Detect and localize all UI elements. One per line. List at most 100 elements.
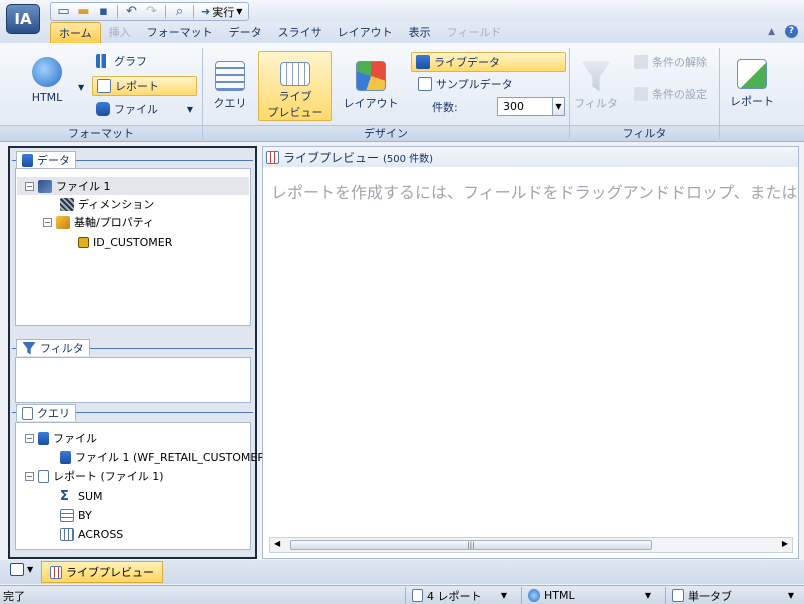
new-icon[interactable]: ▭ bbox=[54, 3, 73, 21]
html-globe-icon bbox=[32, 57, 62, 87]
run-button[interactable]: ➜ 実行 ▼ bbox=[198, 4, 245, 20]
help-icon[interactable]: ? bbox=[785, 25, 798, 38]
live-preview-panel: ライブプレビュー (500 件数) レポートを作成するには、フィールドをドラッグ… bbox=[262, 146, 799, 559]
collapse-toggle-icon[interactable]: − bbox=[43, 217, 52, 227]
tree-item-axis-property[interactable]: − 基軸/プロパティ bbox=[43, 213, 154, 231]
filter-label: フィルタ bbox=[574, 97, 618, 110]
scroll-left-icon[interactable]: ◀ bbox=[274, 539, 280, 548]
save-icon[interactable]: ▪ bbox=[94, 3, 113, 21]
collapse-toggle-icon[interactable]: − bbox=[25, 433, 34, 443]
graph-button[interactable]: グラフ bbox=[92, 51, 197, 71]
undo-icon[interactable]: ↶ bbox=[122, 3, 141, 21]
run-label: 実行 bbox=[212, 5, 235, 19]
tab-data[interactable]: データ bbox=[221, 22, 270, 43]
tree-item-id-customer[interactable]: ID_CUSTOMER bbox=[78, 233, 172, 251]
count-select[interactable]: 300 ▼ bbox=[497, 97, 565, 116]
status-text: 完了 bbox=[3, 590, 25, 603]
database-icon bbox=[60, 450, 71, 464]
tree-item-label: BY bbox=[78, 508, 92, 522]
chevron-down-icon: ▼ bbox=[236, 7, 243, 16]
file-format-button[interactable]: ファイル ▼ bbox=[92, 99, 197, 119]
tree-item-label: ファイル 1 bbox=[56, 180, 111, 193]
output-format-select[interactable]: HTML ▼ bbox=[521, 587, 657, 604]
report-group-label bbox=[720, 125, 804, 141]
across-grid-icon bbox=[60, 527, 74, 541]
graph-icon bbox=[96, 54, 110, 68]
app-menu-button[interactable]: IA bbox=[6, 4, 40, 34]
tab-view[interactable]: 表示 bbox=[401, 22, 439, 43]
tree-item-label: ACROSS bbox=[78, 527, 124, 541]
layout-button[interactable]: レイアウト bbox=[342, 61, 400, 111]
tab-layout[interactable]: レイアウト bbox=[330, 22, 401, 43]
tab-insert[interactable]: 挿入 bbox=[101, 22, 139, 43]
redo-icon[interactable]: ↷ bbox=[142, 3, 161, 21]
scroll-thumb[interactable]: ||| bbox=[290, 540, 652, 550]
chevron-down-icon[interactable]: ▼ bbox=[552, 98, 564, 115]
clear-filter-icon bbox=[634, 55, 648, 69]
filter-funnel-icon bbox=[581, 61, 611, 91]
sample-data-icon bbox=[418, 77, 432, 91]
query-label: クエリ bbox=[213, 97, 247, 110]
query-button[interactable]: クエリ bbox=[208, 61, 252, 111]
window-switch-button[interactable]: ▼ bbox=[10, 563, 33, 576]
filter-button[interactable]: フィルタ bbox=[574, 61, 618, 111]
scroll-right-icon[interactable]: ▶ bbox=[782, 539, 788, 548]
open-folder-icon[interactable]: ▬ bbox=[74, 3, 93, 21]
tab-home[interactable]: ホーム bbox=[50, 22, 101, 43]
data-title-label: データ bbox=[37, 154, 70, 167]
count-value: 300 bbox=[503, 100, 524, 113]
live-data-label: ライブデータ bbox=[434, 56, 500, 69]
window-list-icon bbox=[10, 563, 24, 576]
empty-hint-text: レポートを作成するには、フィールドをドラッグアンドドロップ、または bbox=[271, 183, 798, 202]
tree-item-file1[interactable]: − ファイル 1 bbox=[17, 177, 249, 195]
live-preview-button[interactable]: ライブ プレビュー bbox=[258, 51, 332, 121]
tab-live-preview[interactable]: ライブプレビュー bbox=[41, 561, 163, 583]
by-grid-icon bbox=[60, 508, 74, 522]
query-item-report[interactable]: − レポート (ファイル 1) bbox=[25, 467, 164, 485]
collapse-toggle-icon[interactable]: − bbox=[25, 471, 34, 481]
document-tab-bar: ▼ ライブプレビュー bbox=[0, 560, 804, 584]
query-item-file[interactable]: − ファイル bbox=[25, 429, 97, 447]
database-icon bbox=[96, 102, 110, 116]
chevron-down-icon[interactable]: ▼ bbox=[78, 83, 84, 92]
collapse-ribbon-icon[interactable]: ▲ bbox=[768, 27, 775, 37]
report-icon bbox=[97, 79, 111, 93]
report-format-label: レポート bbox=[115, 80, 159, 93]
chevron-down-icon: ▼ bbox=[644, 591, 651, 600]
field-icon bbox=[78, 236, 89, 248]
tab-mode-select[interactable]: 単一タブ ▼ bbox=[665, 587, 800, 604]
query-item-sum[interactable]: Σ SUM bbox=[60, 487, 103, 505]
tree-item-label: ファイル bbox=[53, 432, 97, 445]
quick-access-toolbar: ▭ ▬ ▪ ↶ ↷ ⌕ ➜ 実行 ▼ bbox=[50, 2, 250, 21]
set-condition-button[interactable]: 条件の設定 bbox=[630, 84, 718, 104]
set-condition-label: 条件の設定 bbox=[652, 88, 707, 101]
horizontal-scrollbar[interactable]: ◀ ||| ▶ bbox=[269, 537, 793, 553]
report-format-button[interactable]: レポート bbox=[92, 76, 197, 96]
query-item-across[interactable]: ACROSS bbox=[60, 525, 123, 543]
html-button[interactable]: HTML bbox=[22, 57, 72, 104]
new-report-button[interactable]: レポート bbox=[726, 59, 778, 109]
report-count-select[interactable]: 4 レポート ▼ bbox=[405, 587, 513, 604]
live-preview-icon bbox=[266, 150, 279, 164]
output-format-label: HTML bbox=[544, 589, 575, 602]
tree-item-label: ファイル 1 (WF_RETAIL_CUSTOMER) bbox=[75, 451, 270, 464]
collapse-toggle-icon[interactable]: − bbox=[25, 181, 34, 191]
query-item-file1[interactable]: ファイル 1 (WF_RETAIL_CUSTOMER) bbox=[60, 448, 269, 466]
filter-funnel-icon bbox=[22, 341, 36, 355]
clear-condition-button[interactable]: 条件の解除 bbox=[630, 52, 718, 72]
live-data-button[interactable]: ライブデータ bbox=[411, 52, 566, 72]
run-icon: ➜ bbox=[201, 5, 211, 18]
tab-slicer[interactable]: スライサ bbox=[270, 22, 330, 43]
find-icon[interactable]: ⌕ bbox=[170, 3, 189, 21]
status-bar: 完了 4 レポート ▼ HTML ▼ 単一タブ ▼ bbox=[0, 585, 804, 604]
tab-field[interactable]: フィールド bbox=[439, 22, 510, 43]
window-controls: ▲ ? bbox=[768, 25, 798, 38]
query-icon bbox=[22, 406, 33, 420]
query-item-by[interactable]: BY bbox=[60, 506, 92, 524]
new-report-icon bbox=[737, 59, 767, 89]
tree-item-dimension[interactable]: ディメンション bbox=[60, 195, 154, 213]
tab-format[interactable]: フォーマット bbox=[139, 22, 221, 43]
sample-data-button[interactable]: サンプルデータ bbox=[414, 74, 564, 94]
filter-title-label: フィルタ bbox=[40, 342, 84, 355]
chevron-down-icon: ▼ bbox=[500, 591, 507, 600]
